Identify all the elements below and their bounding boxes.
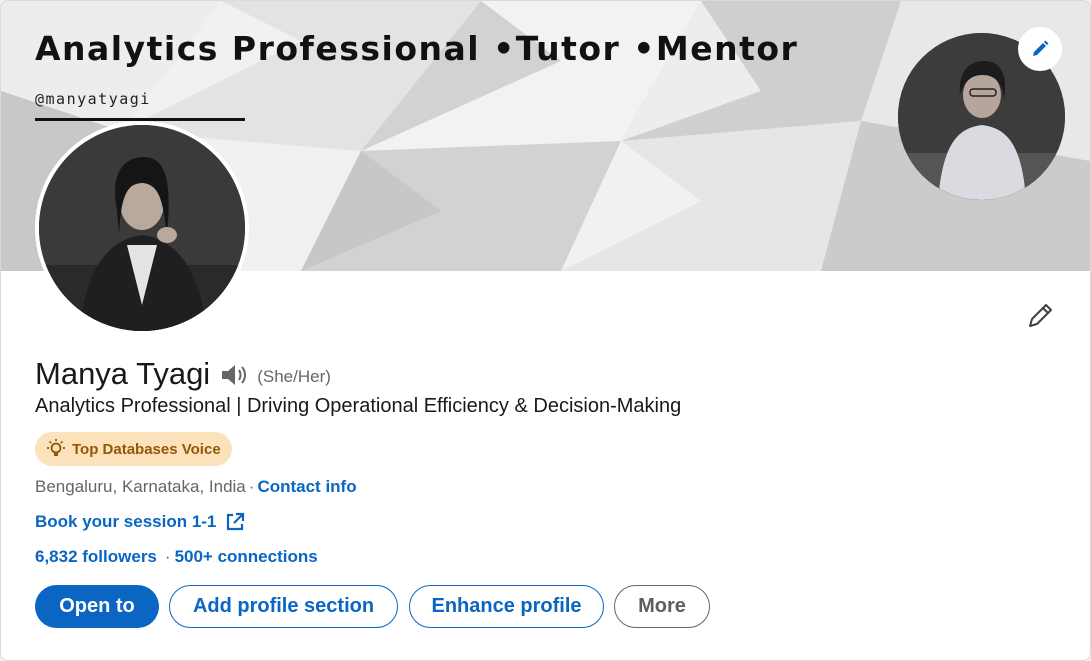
location-separator: · [248, 477, 255, 496]
external-link-icon [225, 512, 245, 532]
badge-label: Top Databases Voice [72, 440, 221, 458]
pronouns: (She/Her) [257, 367, 331, 386]
speaker-icon [222, 365, 247, 385]
profile-name: Manya Tyagi [35, 356, 211, 391]
profile-photo-image [39, 125, 245, 331]
pencil-icon [1033, 40, 1049, 56]
location-row: Bengaluru, Karnataka, India · Contact info [35, 477, 357, 497]
name-row: Manya Tyagi (She/Her) [35, 356, 331, 392]
pencil-icon [1029, 304, 1052, 327]
followers-link[interactable]: 6,832 followers [35, 547, 157, 566]
location: Bengaluru, Karnataka, India [35, 477, 246, 496]
custom-link[interactable]: Book your session 1-1 [35, 512, 245, 532]
stats-separator: · [164, 547, 171, 566]
connections-link[interactable]: 500+ connections [175, 547, 318, 566]
network-stats: 6,832 followers · 500+ connections [35, 547, 318, 567]
profile-headline: Analytics Professional | Driving Operati… [35, 395, 682, 417]
open-to-button[interactable]: Open to [35, 585, 159, 628]
edit-banner-button[interactable] [1018, 27, 1062, 71]
profile-photo[interactable] [35, 121, 249, 335]
custom-link-label: Book your session 1-1 [35, 512, 217, 531]
banner-headline: Analytics Professional •Tutor •Mentor [35, 29, 799, 68]
banner-handle: @manyatyagi [35, 90, 151, 108]
add-profile-section-button[interactable]: Add profile section [169, 585, 398, 628]
more-button[interactable]: More [614, 585, 710, 628]
contact-info-link[interactable]: Contact info [257, 477, 356, 496]
name-pronunciation-button[interactable] [220, 363, 248, 387]
profile-card: Analytics Professional •Tutor •Mentor @m… [0, 0, 1091, 661]
lightbulb-icon [47, 439, 65, 456]
top-voice-badge[interactable]: Top Databases Voice [35, 432, 232, 466]
enhance-profile-button[interactable]: Enhance profile [409, 585, 604, 628]
edit-intro-button[interactable] [1019, 295, 1061, 337]
